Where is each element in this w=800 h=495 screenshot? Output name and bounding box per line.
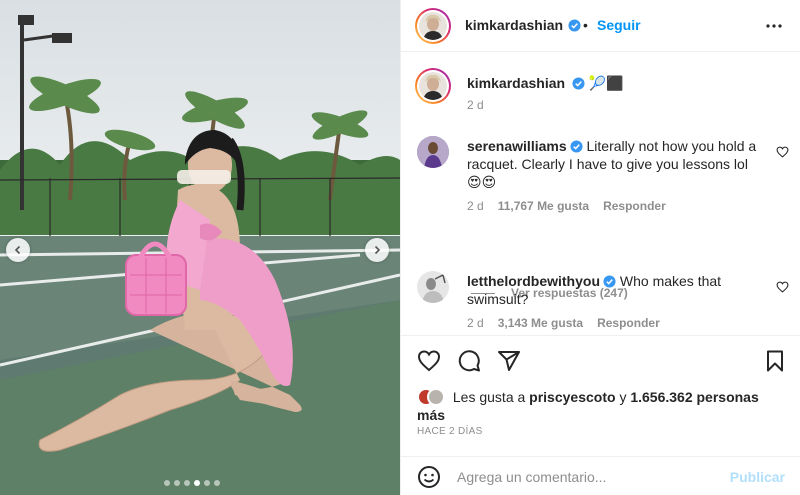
bookmark-icon[interactable]	[763, 349, 787, 373]
verified-badge-icon	[568, 19, 581, 32]
caption-avatar[interactable]	[415, 68, 451, 104]
comment-likes[interactable]: 3,143 Me gusta	[498, 316, 583, 330]
likes-conjunction: y	[619, 389, 627, 405]
liker-username[interactable]: priscyescoto	[529, 389, 615, 405]
caption-time: 2 d	[467, 98, 484, 112]
carousel-dot	[214, 480, 220, 486]
comment-1: serenawilliams Literally not how you hol…	[467, 137, 767, 191]
comment-meta: 2 d 11,767 Me gusta Responder	[467, 199, 666, 213]
avatar-image	[417, 136, 449, 168]
caption: kimkardashian 🎾⬛	[467, 74, 624, 92]
commenter-avatar[interactable]	[417, 271, 449, 303]
comment-time: 2 d	[467, 316, 484, 330]
likes-prefix: Les gusta a	[452, 389, 526, 405]
avatar-image	[417, 271, 449, 303]
post-actions: Les gusta a priscyescoto y 1.656.362 per…	[401, 335, 800, 455]
reply-button[interactable]: Responder	[597, 316, 660, 330]
follow-button[interactable]: Seguir	[597, 17, 641, 33]
likes-summary: Les gusta a priscyescoto y 1.656.362 per…	[417, 388, 787, 424]
carousel-next-button[interactable]	[365, 238, 389, 262]
reply-button[interactable]: Responder	[603, 199, 666, 213]
comment-time: 2 d	[467, 199, 484, 213]
comment-likes[interactable]: 11,767 Me gusta	[498, 199, 589, 213]
chevron-right-icon	[374, 245, 381, 255]
carousel-dot	[184, 480, 190, 486]
comments-section: kimkardashian 🎾⬛ 2 d serenawilliams Lite…	[401, 53, 800, 335]
comment-bubble-icon[interactable]	[457, 349, 481, 373]
verified-badge-icon	[572, 77, 585, 90]
comment-username[interactable]: serenawilliams	[467, 138, 567, 154]
like-heart-icon[interactable]	[417, 349, 441, 373]
add-comment-bar: Publicar	[401, 456, 800, 495]
post-photo	[0, 0, 400, 495]
publish-button[interactable]: Publicar	[730, 469, 785, 485]
avatar-image	[419, 72, 447, 100]
comment-2: letthelordbewithyou Who makes that swims…	[467, 272, 767, 308]
carousel-dot	[174, 480, 180, 486]
liker-avatar	[427, 388, 445, 406]
carousel-dot	[164, 480, 170, 486]
post-header: kimkardashian • Seguir	[401, 0, 800, 52]
comment-emoji: 😍😍	[467, 174, 497, 190]
emoji-smiley-icon[interactable]	[417, 465, 441, 489]
verified-badge-icon	[603, 275, 616, 288]
verified-badge-icon	[570, 140, 583, 153]
caption-emoji: 🎾⬛	[588, 75, 624, 91]
post-image	[0, 0, 400, 495]
author-username[interactable]: kimkardashian	[465, 17, 563, 33]
carousel-indicator	[164, 480, 220, 486]
chevron-left-icon	[14, 245, 21, 255]
carousel-dot	[204, 480, 210, 486]
post-timestamp: HACE 2 DÍAS	[417, 426, 483, 437]
header-separator: •	[583, 17, 588, 33]
caption-username[interactable]: kimkardashian	[467, 75, 565, 91]
author-avatar[interactable]	[415, 8, 451, 44]
carousel-dot-active	[194, 480, 200, 486]
caption-meta: 2 d	[467, 98, 484, 112]
comment-input[interactable]	[457, 466, 717, 488]
comment-meta: 2 d 3,143 Me gusta Responder	[467, 316, 660, 330]
post-side-panel: kimkardashian • Seguir kimkardashian 🎾⬛ …	[400, 0, 800, 495]
like-comment-heart-icon[interactable]	[776, 146, 789, 158]
carousel-prev-button[interactable]	[6, 238, 30, 262]
share-paper-plane-icon[interactable]	[497, 349, 521, 373]
avatar-image	[419, 12, 447, 40]
commenter-avatar[interactable]	[417, 136, 449, 168]
like-comment-heart-icon[interactable]	[776, 281, 789, 293]
comment-username[interactable]: letthelordbewithyou	[467, 273, 600, 289]
more-horizontal-icon[interactable]	[765, 18, 783, 34]
